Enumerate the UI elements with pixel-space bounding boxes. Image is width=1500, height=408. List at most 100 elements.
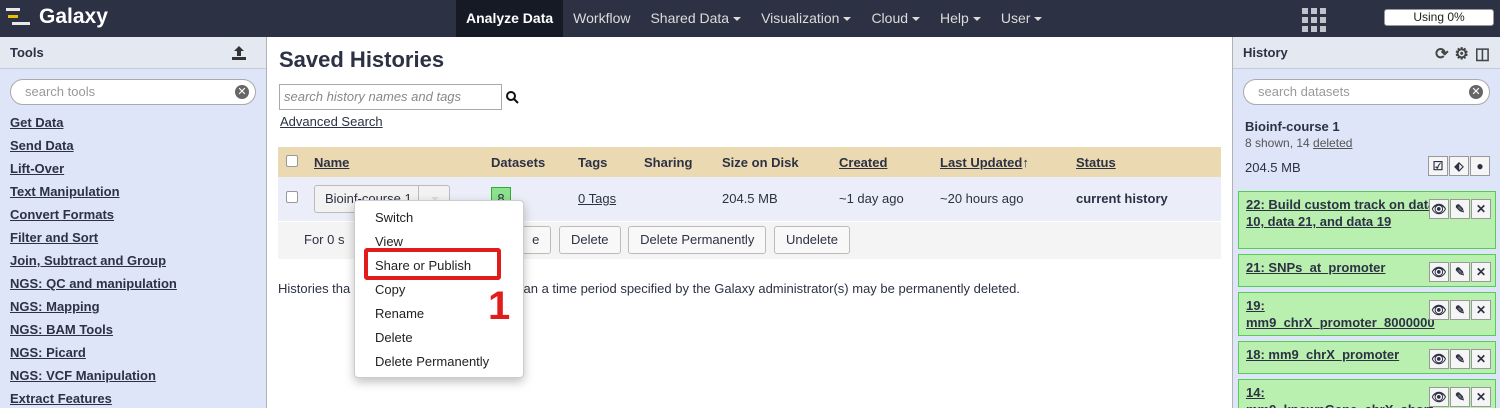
clear-search-icon[interactable]: ✕ [235,85,249,99]
share-bulk-button[interactable]: e [520,226,552,254]
col-status[interactable]: Status [1068,147,1221,177]
history-panel: History ⟳ ⚙ ◫ search datasets ✕ Bioinf-c… [1232,37,1500,408]
tool-section-lift-over[interactable]: Lift-Over [0,157,266,180]
tool-search-placeholder: search tools [25,84,96,99]
col-name[interactable]: Name [306,147,483,177]
dataset-item[interactable]: 22: Build custom track on data 10, data … [1238,191,1496,249]
galaxy-logo[interactable]: Galaxy [6,5,108,29]
dataset-title[interactable]: 14: mm9_knownGene_chrX_short [1246,384,1446,408]
col-created[interactable]: Created [831,147,932,177]
select-all-checkbox[interactable] [286,154,298,167]
advanced-search-link[interactable]: Advanced Search [280,114,383,129]
annotation-icon[interactable]: ● [1470,156,1490,176]
nav-help[interactable]: Help [930,0,991,37]
current-history-name[interactable]: Bioinf-course 1 [1233,111,1500,134]
dataset-title[interactable]: 18: mm9_chrX_promoter [1246,346,1446,363]
page-title: Saved Histories [279,47,445,72]
caret-down-icon [969,10,981,26]
tool-section-ngs-mapping[interactable]: NGS: Mapping [0,295,266,318]
clear-search-icon[interactable]: ✕ [1469,85,1483,99]
menu-item-delete-permanently[interactable]: Delete Permanently [355,350,523,374]
pencil-icon[interactable]: ✎ [1450,262,1470,282]
tags-icon[interactable]: ⬖ [1449,156,1469,176]
pencil-icon[interactable]: ✎ [1450,199,1470,219]
dataset-item[interactable]: 18: mm9_chrX_promoter 👁 ✎ ✕ [1238,341,1496,374]
tool-section-filter-and-sort[interactable]: Filter and Sort [0,226,266,249]
upload-icon[interactable] [230,44,248,65]
nav-shared-data[interactable]: Shared Data [640,0,751,37]
col-size: Size on Disk [714,147,831,177]
close-icon[interactable]: ✕ [1471,262,1491,282]
caret-down-icon [839,10,851,26]
row-select-cell [278,177,306,222]
tool-section-send-data[interactable]: Send Data [0,134,266,157]
tool-panel-title: Tools [10,45,44,60]
tool-search-input[interactable]: search tools ✕ [10,79,256,105]
tool-section-ngs-picard[interactable]: NGS: Picard [0,341,266,364]
search-icon[interactable] [506,91,519,107]
dataset-item[interactable]: 21: SNPs_at_promoter 👁 ✎ ✕ [1238,254,1496,287]
tags-link[interactable]: 0 Tags [578,191,616,206]
deleted-link[interactable]: deleted [1313,136,1352,150]
close-icon[interactable]: ✕ [1471,387,1491,407]
eye-icon[interactable]: 👁 [1429,349,1449,369]
delete-permanently-button[interactable]: Delete Permanently [628,226,767,254]
delete-button[interactable]: Delete [558,226,621,254]
dataset-title[interactable]: 19: mm9_chrX_promoter_8000000 [1246,297,1446,331]
tool-section-convert-formats[interactable]: Convert Formats [0,203,266,226]
gear-icon[interactable]: ⚙ [1455,44,1469,64]
history-size: 204.5 MB [1245,160,1301,175]
tool-section-ngs-bam-tools[interactable]: NGS: BAM Tools [0,318,266,341]
nav-label: Help [940,10,969,26]
nav-visualization[interactable]: Visualization [751,0,861,37]
row-checkbox[interactable] [286,191,298,204]
eye-icon[interactable]: 👁 [1429,387,1449,407]
pencil-icon[interactable]: ✎ [1450,387,1470,407]
columns-icon[interactable]: ◫ [1475,44,1490,64]
tool-section-get-data[interactable]: Get Data [0,111,266,134]
nav-label: Cloud [871,10,909,26]
created-cell: ~1 day ago [831,177,932,222]
nav-workflow[interactable]: Workflow [563,0,640,37]
tool-section-text-manipulation[interactable]: Text Manipulation [0,180,266,203]
close-icon[interactable]: ✕ [1471,300,1491,320]
eye-icon[interactable]: 👁 [1429,262,1449,282]
undelete-button[interactable]: Undelete [773,226,850,254]
tool-section-ngs-vcf[interactable]: NGS: VCF Manipulation [0,364,266,387]
close-icon[interactable]: ✕ [1471,349,1491,369]
scratchbook-grid-icon[interactable] [1302,8,1326,32]
tool-section-extract-features[interactable]: Extract Features [0,387,266,408]
dataset-item[interactable]: 14: mm9_knownGene_chrX_short 👁✎✕ [1238,379,1496,408]
eye-icon[interactable]: 👁 [1429,300,1449,320]
refresh-icon[interactable]: ⟳ [1435,44,1448,64]
history-search-input[interactable]: search history names and tags [279,84,502,110]
pencil-icon[interactable]: ✎ [1450,300,1470,320]
nav-label: User [1000,10,1031,26]
notice-text-end: ore than a time period specified by the … [490,281,1020,296]
dataset-title[interactable]: 22: Build custom track on data 10, data … [1246,196,1446,230]
history-panel-title: History [1243,45,1288,60]
brand-name: Galaxy [39,5,108,28]
tool-section-join-subtract-group[interactable]: Join, Subtract and Group [0,249,266,272]
tool-section-ngs-qc[interactable]: NGS: QC and manipulation [0,272,266,295]
masthead: Galaxy Analyze Data Workflow Shared Data… [0,0,1500,37]
dataset-item[interactable]: 19: mm9_chrX_promoter_8000000 👁 ✎ ✕ [1238,292,1496,336]
size-cell: 204.5 MB [714,177,831,222]
select-datasets-icon[interactable]: ☑ [1428,156,1448,176]
dataset-title[interactable]: 21: SNPs_at_promoter [1246,259,1446,276]
grid-header-row: Name Datasets Tags Sharing Size on Disk … [278,147,1221,177]
col-datasets: Datasets [483,147,570,177]
menu-item-switch[interactable]: Switch [355,206,523,230]
eye-icon[interactable]: 👁 [1429,199,1449,219]
close-icon[interactable]: ✕ [1471,199,1491,219]
bulk-actions-label: For 0 s [304,232,345,247]
galaxy-logo-icon [6,5,32,29]
dataset-search-input[interactable]: search datasets ✕ [1243,79,1490,105]
nav-cloud[interactable]: Cloud [861,0,930,37]
nav-user[interactable]: User [991,0,1053,37]
nav-analyze-data[interactable]: Analyze Data [456,0,564,37]
pencil-icon[interactable]: ✎ [1450,349,1470,369]
col-status-label: Status [1076,154,1116,170]
col-last-updated[interactable]: Last Updated↑ [932,147,1068,177]
col-updated-label: Last Updated [940,154,1023,170]
